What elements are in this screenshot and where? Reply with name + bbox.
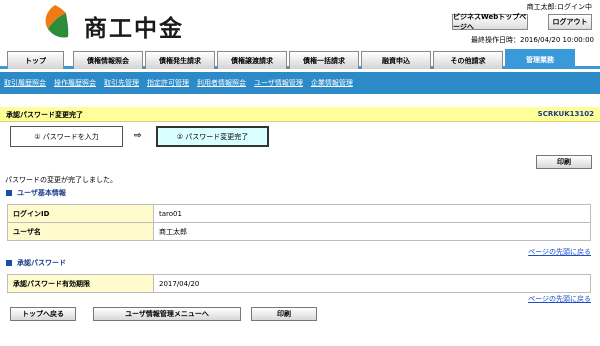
user-info-table: ログインID taro01 ユーザ名 商工太郎 bbox=[7, 204, 591, 241]
back-to-top-link[interactable]: ページの先頭に戻る bbox=[528, 247, 591, 257]
section-user-info: ユーザ基本情報 bbox=[6, 188, 66, 198]
section-square-icon bbox=[6, 260, 12, 266]
user-name-value: 商工太郎 bbox=[153, 222, 591, 241]
tab-admin[interactable]: 管理業務 bbox=[505, 49, 575, 69]
tab-top[interactable]: トップ bbox=[7, 51, 64, 69]
step-password-changed: ② パスワード変更完了 bbox=[156, 126, 269, 147]
title-bar: 承認パスワード変更完了 SCRKUK13102 bbox=[0, 107, 600, 122]
table-row: 承認パスワード有効期限 2017/04/20 bbox=[7, 274, 591, 293]
password-expiry-label: 承認パスワード有効期限 bbox=[7, 274, 154, 293]
tab-other[interactable]: その他請求 bbox=[433, 51, 503, 69]
user-name-label: ユーザ名 bbox=[7, 222, 154, 241]
user-management-menu-button[interactable]: ユーザ情報管理メニューへ bbox=[93, 307, 241, 321]
subnav-operation-history[interactable]: 操作履歴照会 bbox=[54, 78, 96, 88]
section-square-icon bbox=[6, 190, 12, 196]
user-status: 商工太郎:ログイン中 bbox=[526, 3, 592, 11]
back-to-top-button[interactable]: トップへ戻る bbox=[10, 307, 76, 321]
password-table: 承認パスワード有効期限 2017/04/20 bbox=[7, 274, 591, 293]
subnav-user-info-inquiry[interactable]: 利用者情報照会 bbox=[197, 78, 246, 88]
screen-id: SCRKUK13102 bbox=[537, 110, 594, 118]
step-arrow-icon: ⇨ bbox=[134, 131, 142, 141]
section-user-info-title: ユーザ基本情報 bbox=[17, 189, 66, 197]
subnav-company-management[interactable]: 企業情報管理 bbox=[311, 78, 353, 88]
logo-mark-icon bbox=[45, 5, 69, 38]
password-expiry-value: 2017/04/20 bbox=[153, 274, 591, 293]
tab-claim-info[interactable]: 債権情報照会 bbox=[73, 51, 143, 69]
table-row: ログインID taro01 bbox=[7, 204, 591, 223]
step-enter-password: ① パスワードを入力 bbox=[10, 126, 123, 147]
subnav-user-management[interactable]: ユーザ情報管理 bbox=[254, 78, 303, 88]
logout-button[interactable]: ログアウト bbox=[548, 14, 592, 30]
tab-claim-transfer[interactable]: 債権譲渡請求 bbox=[217, 51, 287, 69]
tab-loan[interactable]: 融資申込 bbox=[361, 51, 431, 69]
tab-bulk-request[interactable]: 債権一括請求 bbox=[289, 51, 359, 69]
page-title: 承認パスワード変更完了 bbox=[6, 111, 83, 119]
login-id-label: ログインID bbox=[7, 204, 154, 223]
back-to-top-link[interactable]: ページの先頭に戻る bbox=[528, 294, 591, 304]
logo: 商工中金 bbox=[38, 3, 218, 43]
main-tabs: トップ 債権情報照会 債権発生請求 債権譲渡請求 債権一括請求 融資申込 その他… bbox=[0, 47, 600, 69]
section-password-title: 承認パスワード bbox=[17, 259, 66, 267]
subnav-permission-management[interactable]: 指定許可管理 bbox=[147, 78, 189, 88]
tab-claim-issue[interactable]: 債権発生請求 bbox=[145, 51, 215, 69]
section-password: 承認パスワード bbox=[6, 258, 66, 268]
completion-message: パスワードの変更が完了しました。 bbox=[5, 176, 117, 184]
print-button-bottom[interactable]: 印刷 bbox=[251, 307, 317, 321]
table-row: ユーザ名 商工太郎 bbox=[7, 222, 591, 241]
login-id-value: taro01 bbox=[153, 204, 591, 223]
last-login: 最終操作日時：2016/04/20 10:00:00 bbox=[470, 36, 594, 44]
header: 商工中金 商工太郎:ログイン中 ビジネスWebトップページへ ログアウト 最終操… bbox=[0, 0, 600, 47]
subnav-partner-management[interactable]: 取引先管理 bbox=[104, 78, 139, 88]
print-button-top[interactable]: 印刷 bbox=[536, 155, 592, 169]
sub-navigation: 取引履歴照会 操作履歴照会 取引先管理 指定許可管理 利用者情報照会 ユーザ情報… bbox=[0, 72, 600, 94]
subnav-transaction-history[interactable]: 取引履歴照会 bbox=[4, 78, 46, 88]
logo-text: 商工中金 bbox=[84, 15, 184, 42]
web-top-button[interactable]: ビジネスWebトップページへ bbox=[452, 13, 528, 31]
